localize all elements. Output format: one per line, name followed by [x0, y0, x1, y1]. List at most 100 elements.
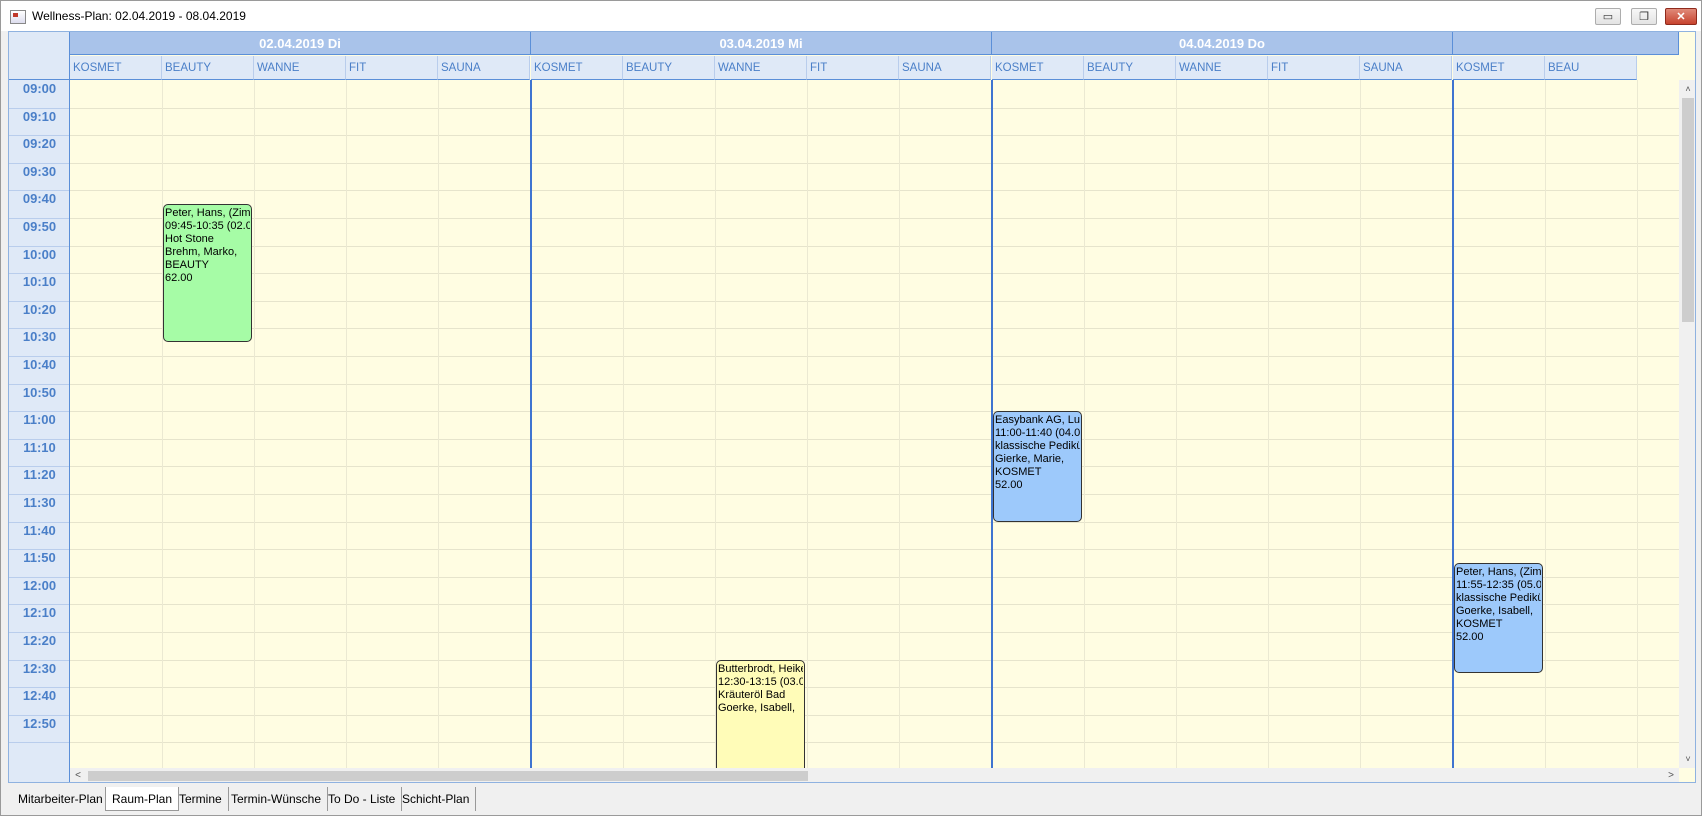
tab-schicht-plan[interactable]: Schicht-Plan: [396, 787, 477, 811]
appointment-line: KOSMET: [1456, 618, 1503, 630]
view-tab-bar: Mitarbeiter-Plan Raum-Plan Termine Termin-W…: [8, 787, 1696, 813]
time-slot-label: 12:00: [9, 578, 69, 606]
title-bar[interactable]: Wellness-Plan: 02.04.2019 - 08.04.2019 ▭…: [1, 1, 1701, 31]
appointment-line: 09:45-10:35 (02.04.: [165, 220, 250, 233]
horizontal-scrollbar[interactable]: < >: [70, 768, 1679, 782]
room-gridline: [623, 80, 624, 782]
appointment-line: BEAUTY: [165, 259, 210, 272]
appointment-line: Goerke, Isabell,: [1456, 605, 1534, 617]
time-slot-label: 09:20: [9, 136, 69, 164]
room-gridline: [346, 80, 347, 782]
appointment-line: 52.00: [995, 479, 1023, 492]
room-gridline: [807, 80, 808, 782]
time-slot-label: 10:30: [9, 329, 69, 357]
day-header: 03.04.2019 Mi: [531, 32, 992, 55]
time-slot-label: 09:30: [9, 164, 69, 192]
appointment-line: Peter, Hans, (Zimme: [165, 207, 250, 220]
room-header: WANNE: [715, 56, 807, 80]
time-slot-label: 10:50: [9, 385, 69, 413]
time-slot-label: 11:20: [9, 467, 69, 495]
time-slot-label: 10:40: [9, 357, 69, 385]
room-header: KOSMET: [1453, 56, 1545, 80]
room-header: SAUNA: [899, 56, 991, 80]
scroll-up-arrow-icon[interactable]: ˄: [1679, 80, 1695, 98]
time-slot-label: 12:10: [9, 605, 69, 633]
room-header: BEAUTY: [1084, 56, 1176, 80]
room-gridline: [1360, 80, 1361, 782]
tab-raum-plan[interactable]: Raum-Plan: [105, 787, 180, 811]
day-header: 02.04.2019 Di: [70, 32, 531, 55]
vertical-scrollbar[interactable]: ˄ ˅: [1679, 80, 1695, 768]
time-slot-label: 10:10: [9, 274, 69, 302]
scroll-right-arrow-icon[interactable]: >: [1663, 768, 1679, 782]
day-header: [1453, 32, 1679, 55]
time-slot-label: 09:50: [9, 219, 69, 247]
time-slot-label: 11:00: [9, 412, 69, 440]
appointment-line: Peter, Hans, (Zimme: [1456, 566, 1541, 578]
day-divider: [530, 80, 532, 782]
time-slot-label: 11:50: [9, 550, 69, 578]
scroll-left-arrow-icon[interactable]: <: [70, 768, 86, 782]
maximize-button[interactable]: ❐: [1631, 8, 1657, 25]
appointment-line: Goerke, Isabell,: [718, 701, 796, 714]
time-slot-label: 11:30: [9, 495, 69, 523]
day-divider: [1452, 80, 1454, 782]
day-header: 04.04.2019 Do: [992, 32, 1453, 55]
room-header: KOSMET: [531, 56, 623, 80]
time-slot-label: 12:30: [9, 661, 69, 689]
appointment-line: Butterbrodt, Heike: [718, 662, 803, 675]
scroll-down-arrow-icon[interactable]: ˅: [1679, 750, 1695, 768]
appointment-line: 62.00: [165, 272, 193, 285]
time-slot-label: 12:40: [9, 688, 69, 716]
appointment-card[interactable]: Peter, Hans, (Zimme09:45-10:35 (02.04.Ho…: [163, 204, 252, 343]
appointment-line: Hot Stone: [165, 233, 214, 246]
schedule-grid[interactable]: Peter, Hans, (Zimme09:45-10:35 (02.04.Ho…: [70, 80, 1695, 782]
time-slot-label: 09:40: [9, 191, 69, 219]
vertical-scroll-thumb[interactable]: [1682, 98, 1694, 322]
appointment-line: Easybank AG, Ludv: [995, 414, 1080, 427]
appointment-line: Gierke, Marie,: [995, 453, 1065, 466]
tab-to-do-liste[interactable]: To Do - Liste: [322, 787, 403, 811]
app-window: Wellness-Plan: 02.04.2019 - 08.04.2019 ▭…: [0, 0, 1702, 816]
time-slot-label: 10:20: [9, 302, 69, 330]
minimize-button[interactable]: ▭: [1595, 8, 1621, 25]
room-header: FIT: [1268, 56, 1360, 80]
tab-mitarbeiter-plan[interactable]: Mitarbeiter-Plan: [12, 787, 110, 811]
time-column: 09:00 09:10 09:20 09:30 09:40 09:50 10:00 10:10…: [9, 80, 70, 782]
room-plan-calendar: 02.04.2019 Di KOSMET BEAUTY WANNE FIT SAUNA 03…: [8, 31, 1696, 783]
time-slot-label: 11:10: [9, 440, 69, 468]
time-slot-label: 10:00: [9, 247, 69, 275]
time-slot-label: 12:50: [9, 716, 69, 744]
horizontal-scroll-thumb[interactable]: [88, 771, 808, 781]
appointment-card[interactable]: Peter, Hans, (Zimme11:55-12:35 (05.04.kl…: [1454, 563, 1543, 674]
tab-termine[interactable]: Termine: [173, 787, 229, 811]
room-header: BEAUTY: [162, 56, 254, 80]
close-button[interactable]: ✕: [1665, 8, 1697, 25]
room-gridline: [1176, 80, 1177, 782]
appointment-card[interactable]: Butterbrodt, Heike12:30-13:15 (03.04.Krä…: [716, 659, 805, 782]
room-header: FIT: [807, 56, 899, 80]
appointment-card[interactable]: Easybank AG, Ludv11:00-11:40 (04.04.klas…: [993, 411, 1082, 522]
tab-termin-w-nsche[interactable]: Termin-Wünsche: [225, 787, 329, 811]
time-slot-label: 09:10: [9, 109, 69, 137]
appointment-line: 12:30-13:15 (03.04.: [718, 675, 803, 688]
appointment-line: 11:00-11:40 (04.04.: [995, 427, 1080, 440]
room-header: FIT: [346, 56, 438, 80]
room-header: BEAUTY: [623, 56, 715, 80]
header-corner: [9, 32, 70, 80]
room-gridline: [1545, 80, 1546, 782]
time-slot-label: 09:00: [9, 81, 69, 109]
appointment-line: 52.00: [1456, 631, 1484, 643]
appointment-line: klassische Pediküre: [995, 440, 1080, 453]
room-gridline: [162, 80, 163, 782]
appointment-line: Brehm, Marko,: [165, 246, 238, 259]
time-slot-label: 11:40: [9, 523, 69, 551]
room-header: WANNE: [254, 56, 346, 80]
appointment-line: klassische Pediküre: [1456, 592, 1541, 604]
room-gridline: [1268, 80, 1269, 782]
room-header: SAUNA: [1360, 56, 1452, 80]
appointment-line: Kräuteröl Bad: [718, 688, 786, 701]
appointment-line: 11:55-12:35 (05.04.: [1456, 579, 1541, 591]
room-header: WANNE: [1176, 56, 1268, 80]
room-gridline: [899, 80, 900, 782]
